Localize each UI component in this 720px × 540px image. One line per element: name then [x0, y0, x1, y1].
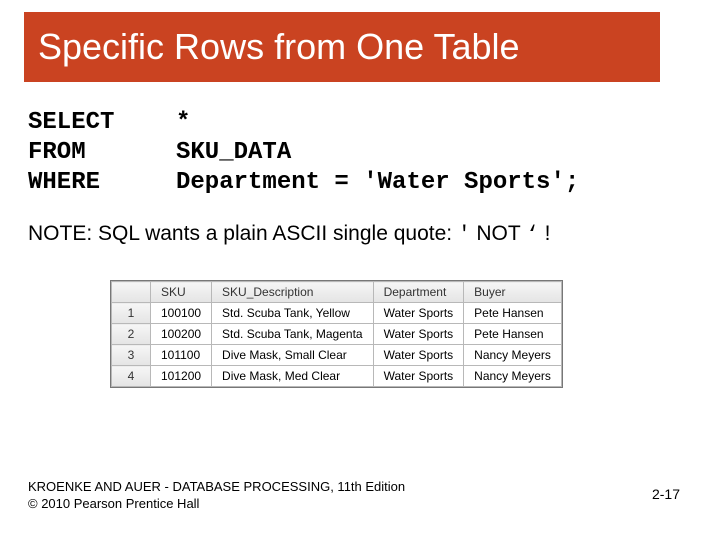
note-prefix: NOTE: SQL wants a plain ASCII single quo…: [28, 222, 458, 245]
row-num: 1: [112, 303, 151, 324]
table-header-row: SKU SKU_Description Department Buyer: [112, 282, 562, 303]
slide-title: Specific Rows from One Table: [38, 26, 520, 68]
table-row: 4 101200 Dive Mask, Med Clear Water Spor…: [112, 366, 562, 387]
cell: 100200: [151, 324, 212, 345]
col-buyer: Buyer: [464, 282, 562, 303]
sql-arg-from: SKU_DATA: [176, 139, 291, 166]
table-row: 2 100200 Std. Scuba Tank, Magenta Water …: [112, 324, 562, 345]
col-dept: Department: [373, 282, 464, 303]
slide: Specific Rows from One Table SELECT* FRO…: [0, 0, 720, 540]
sql-keyword-where: WHERE: [28, 168, 176, 198]
note-mid: NOT: [471, 222, 527, 245]
note-bad-quote: ‘: [526, 224, 539, 247]
cell: Std. Scuba Tank, Magenta: [212, 324, 374, 345]
cell: Dive Mask, Med Clear: [212, 366, 374, 387]
note-good-quote: ': [458, 224, 471, 247]
cell: 100100: [151, 303, 212, 324]
footer-line2: © 2010 Pearson Prentice Hall: [28, 496, 199, 511]
cell: Pete Hansen: [464, 303, 562, 324]
row-num: 2: [112, 324, 151, 345]
cell: Water Sports: [373, 345, 464, 366]
cell: Water Sports: [373, 324, 464, 345]
note-line: NOTE: SQL wants a plain ASCII single quo…: [28, 222, 550, 247]
cell: Water Sports: [373, 366, 464, 387]
cell: Dive Mask, Small Clear: [212, 345, 374, 366]
table-corner: [112, 282, 151, 303]
sql-keyword-from: FROM: [28, 138, 176, 168]
table-row: 1 100100 Std. Scuba Tank, Yellow Water S…: [112, 303, 562, 324]
col-desc: SKU_Description: [212, 282, 374, 303]
sql-arg-select: *: [176, 109, 190, 136]
cell: Nancy Meyers: [464, 345, 562, 366]
sql-keyword-select: SELECT: [28, 108, 176, 138]
footer-line1: KROENKE AND AUER - DATABASE PROCESSING, …: [28, 479, 405, 494]
cell: Std. Scuba Tank, Yellow: [212, 303, 374, 324]
cell: 101200: [151, 366, 212, 387]
row-num: 3: [112, 345, 151, 366]
result-table-wrap: SKU SKU_Description Department Buyer 1 1…: [110, 280, 563, 388]
page-number: 2-17: [652, 486, 680, 502]
sql-arg-where: Department = 'Water Sports';: [176, 169, 579, 196]
cell: Water Sports: [373, 303, 464, 324]
sql-code-block: SELECT* FROMSKU_DATA WHEREDepartment = '…: [28, 108, 579, 198]
title-bar: Specific Rows from One Table: [24, 12, 660, 82]
cell: Nancy Meyers: [464, 366, 562, 387]
footer-attribution: KROENKE AND AUER - DATABASE PROCESSING, …: [28, 478, 405, 512]
result-table: SKU SKU_Description Department Buyer 1 1…: [111, 281, 562, 387]
row-num: 4: [112, 366, 151, 387]
col-sku: SKU: [151, 282, 212, 303]
cell: 101100: [151, 345, 212, 366]
note-end: !: [539, 222, 551, 245]
table-row: 3 101100 Dive Mask, Small Clear Water Sp…: [112, 345, 562, 366]
cell: Pete Hansen: [464, 324, 562, 345]
